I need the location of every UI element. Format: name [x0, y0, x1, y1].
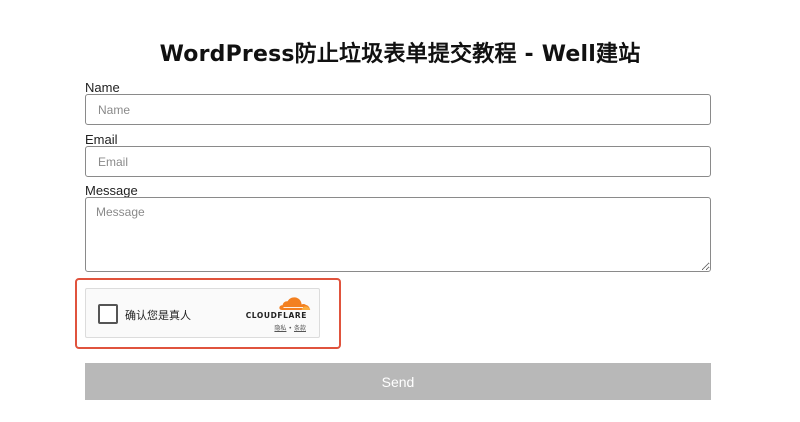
verify-human-checkbox[interactable] [98, 304, 118, 324]
email-label: Email [85, 132, 118, 147]
message-textarea[interactable] [85, 197, 711, 272]
message-label: Message [85, 183, 138, 198]
verify-human-label: 确认您是真人 [125, 309, 191, 322]
privacy-link[interactable]: 隐私 [274, 325, 286, 332]
page: WordPress防止垃圾表单提交教程 - Well建站 Name Email … [0, 0, 800, 422]
send-button[interactable]: Send [85, 363, 711, 400]
cloudflare-cloud-icon [279, 297, 311, 310]
name-label: Name [85, 80, 120, 95]
cloudflare-turnstile-widget: 确认您是真人 CLOUDFLARE 隐私 • 条款 [85, 288, 320, 338]
cloudflare-wordmark: CLOUDFLARE [245, 311, 307, 320]
cloudflare-links: 隐私 • 条款 [274, 323, 306, 332]
email-input[interactable] [85, 146, 711, 177]
page-title: WordPress防止垃圾表单提交教程 - Well建站 [159, 42, 641, 67]
link-separator: • [288, 325, 292, 332]
terms-link[interactable]: 条款 [294, 325, 306, 332]
name-input[interactable] [85, 94, 711, 125]
